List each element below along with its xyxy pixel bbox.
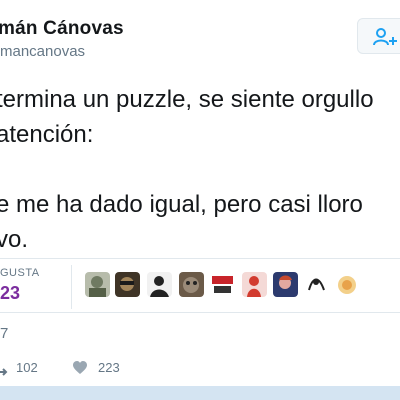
liker-avatar-5[interactable] [210, 272, 235, 297]
bottom-background [0, 386, 400, 400]
tweet-text-line: termina un puzzle, se siente orgullo [0, 86, 374, 113]
follow-button[interactable] [357, 18, 400, 54]
liker-avatar-3[interactable] [147, 272, 172, 297]
retweet-count: 102 [16, 360, 38, 375]
tweet-text-line: vo. [0, 226, 29, 253]
display-name[interactable]: mán Cánovas [0, 18, 124, 40]
liker-avatar-6[interactable] [242, 272, 267, 297]
retweet-icon [0, 368, 8, 376]
liker-avatar-1[interactable] [85, 272, 110, 297]
heart-icon [73, 361, 87, 374]
liker-avatar-8[interactable] [304, 272, 329, 297]
liker-avatar-2[interactable] [115, 272, 140, 297]
username[interactable]: mancanovas [0, 43, 85, 60]
tweet-text: termina un puzzle, se siente orgullo ate… [0, 82, 400, 257]
divider [0, 258, 400, 259]
liker-avatar-9[interactable] [335, 272, 360, 297]
liker-avatar-4[interactable] [179, 272, 204, 297]
likes-label-text: GUSTA [0, 267, 40, 279]
like-count: 223 [98, 360, 120, 375]
follow-user-icon [373, 28, 397, 46]
timestamp[interactable]: 7 [0, 325, 8, 342]
divider [0, 312, 400, 313]
liker-avatar-7[interactable] [273, 272, 298, 297]
stats-separator [71, 265, 72, 309]
likes-count[interactable]: 23 [0, 283, 20, 304]
likes-label: GUSTA [0, 267, 40, 279]
tweet-text-line: e me ha dado igual, pero casi lloro [0, 191, 363, 218]
tweet-actions: 102 223 [0, 358, 400, 382]
tweet-text-line: atención: [0, 121, 94, 148]
